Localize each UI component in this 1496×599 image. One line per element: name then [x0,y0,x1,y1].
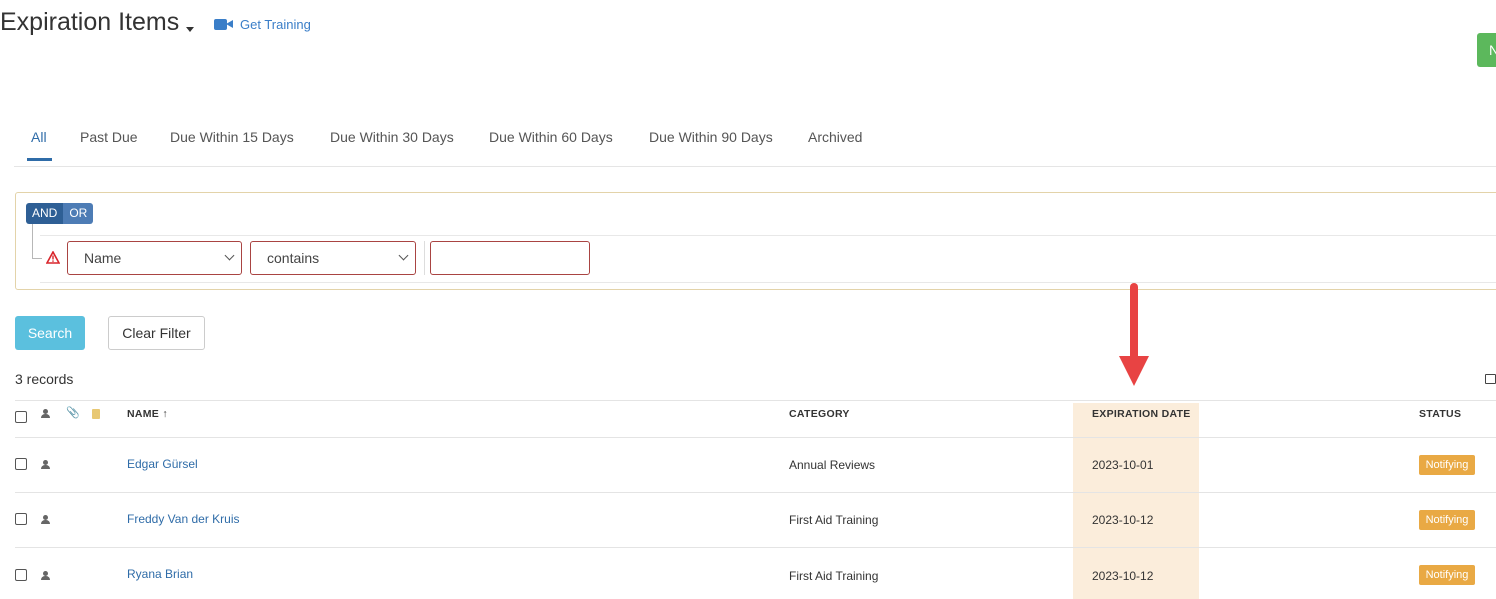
row-name-link[interactable]: Ryana Brian [127,567,193,581]
tab-archived[interactable]: Archived [808,129,862,145]
tab-past-due[interactable]: Past Due [80,129,138,145]
status-column-header[interactable]: STATUS [1419,408,1461,420]
tab-due-within-30-days[interactable]: Due Within 30 Days [330,129,454,145]
annotation-arrow-head [1119,356,1149,386]
row-expiration-date: 2023-10-12 [1092,513,1154,527]
status-badge: Notifying [1419,455,1475,475]
tab-due-within-90-days[interactable]: Due Within 90 Days [649,129,773,145]
page-title: Expiration Items [0,8,180,36]
operator-select[interactable]: contains [250,241,416,275]
person-icon [41,460,50,469]
and-or-toggle: AND OR [26,203,94,224]
active-tab-indicator [27,158,52,161]
person-icon [41,571,50,580]
table-border [15,437,1496,438]
search-button[interactable]: Search [15,316,85,350]
operator-select-value: contains [267,250,320,266]
tab-due-within-60-days[interactable]: Due Within 60 Days [489,129,613,145]
chevron-down-icon [224,250,235,261]
row-expiration-date: 2023-10-12 [1092,569,1154,583]
divider [424,241,425,275]
row-checkbox[interactable] [15,569,27,581]
row-name-link[interactable]: Freddy Van der Kruis [127,512,240,526]
and-button[interactable]: AND [26,203,64,224]
filter-value-input[interactable] [430,241,590,275]
row-category: Annual Reviews [789,458,876,472]
or-button[interactable]: OR [63,203,94,224]
get-training-label: Get Training [240,17,311,32]
row-checkbox[interactable] [15,458,27,470]
chevron-down-icon [398,250,409,261]
row-category: First Aid Training [789,513,879,527]
tree-connector [32,224,33,258]
document-icon [92,409,100,419]
row-category: First Aid Training [789,569,879,583]
field-select[interactable]: Name [67,241,242,275]
title-dropdown-caret-icon[interactable] [186,27,194,32]
table-border [15,492,1496,493]
tab-all[interactable]: All [31,129,47,145]
row-checkbox[interactable] [15,513,27,525]
expiration-date-column-header[interactable]: EXPIRATION DATE [1092,408,1191,420]
row-name-link[interactable]: Edgar Gürsel [127,457,198,471]
warning-icon [46,251,60,264]
status-badge: Notifying [1419,510,1475,530]
get-training-link[interactable]: Get Training [214,17,311,32]
column-chooser-icon[interactable] [1485,374,1496,384]
table-border [15,400,1496,401]
select-all-checkbox[interactable] [15,411,27,423]
row-expiration-date: 2023-10-01 [1092,458,1154,472]
person-icon [41,409,50,418]
paperclip-icon: 📎 [66,407,80,419]
filter-tabs: All Past Due Due Within 15 Days Due With… [14,118,1496,167]
new-button[interactable]: N [1477,33,1496,67]
tab-due-within-15-days[interactable]: Due Within 15 Days [170,129,294,145]
status-badge: Notifying [1419,565,1475,585]
name-column-header[interactable]: NAME ↑ [127,408,168,420]
category-column-header[interactable]: CATEGORY [789,408,850,420]
records-count: 3 records [15,371,74,387]
table-border [15,547,1496,548]
video-camera-icon [214,18,234,31]
annotation-arrow [1130,283,1138,361]
field-select-value: Name [84,250,122,266]
clear-filter-button[interactable]: Clear Filter [108,316,205,350]
person-icon [41,515,50,524]
